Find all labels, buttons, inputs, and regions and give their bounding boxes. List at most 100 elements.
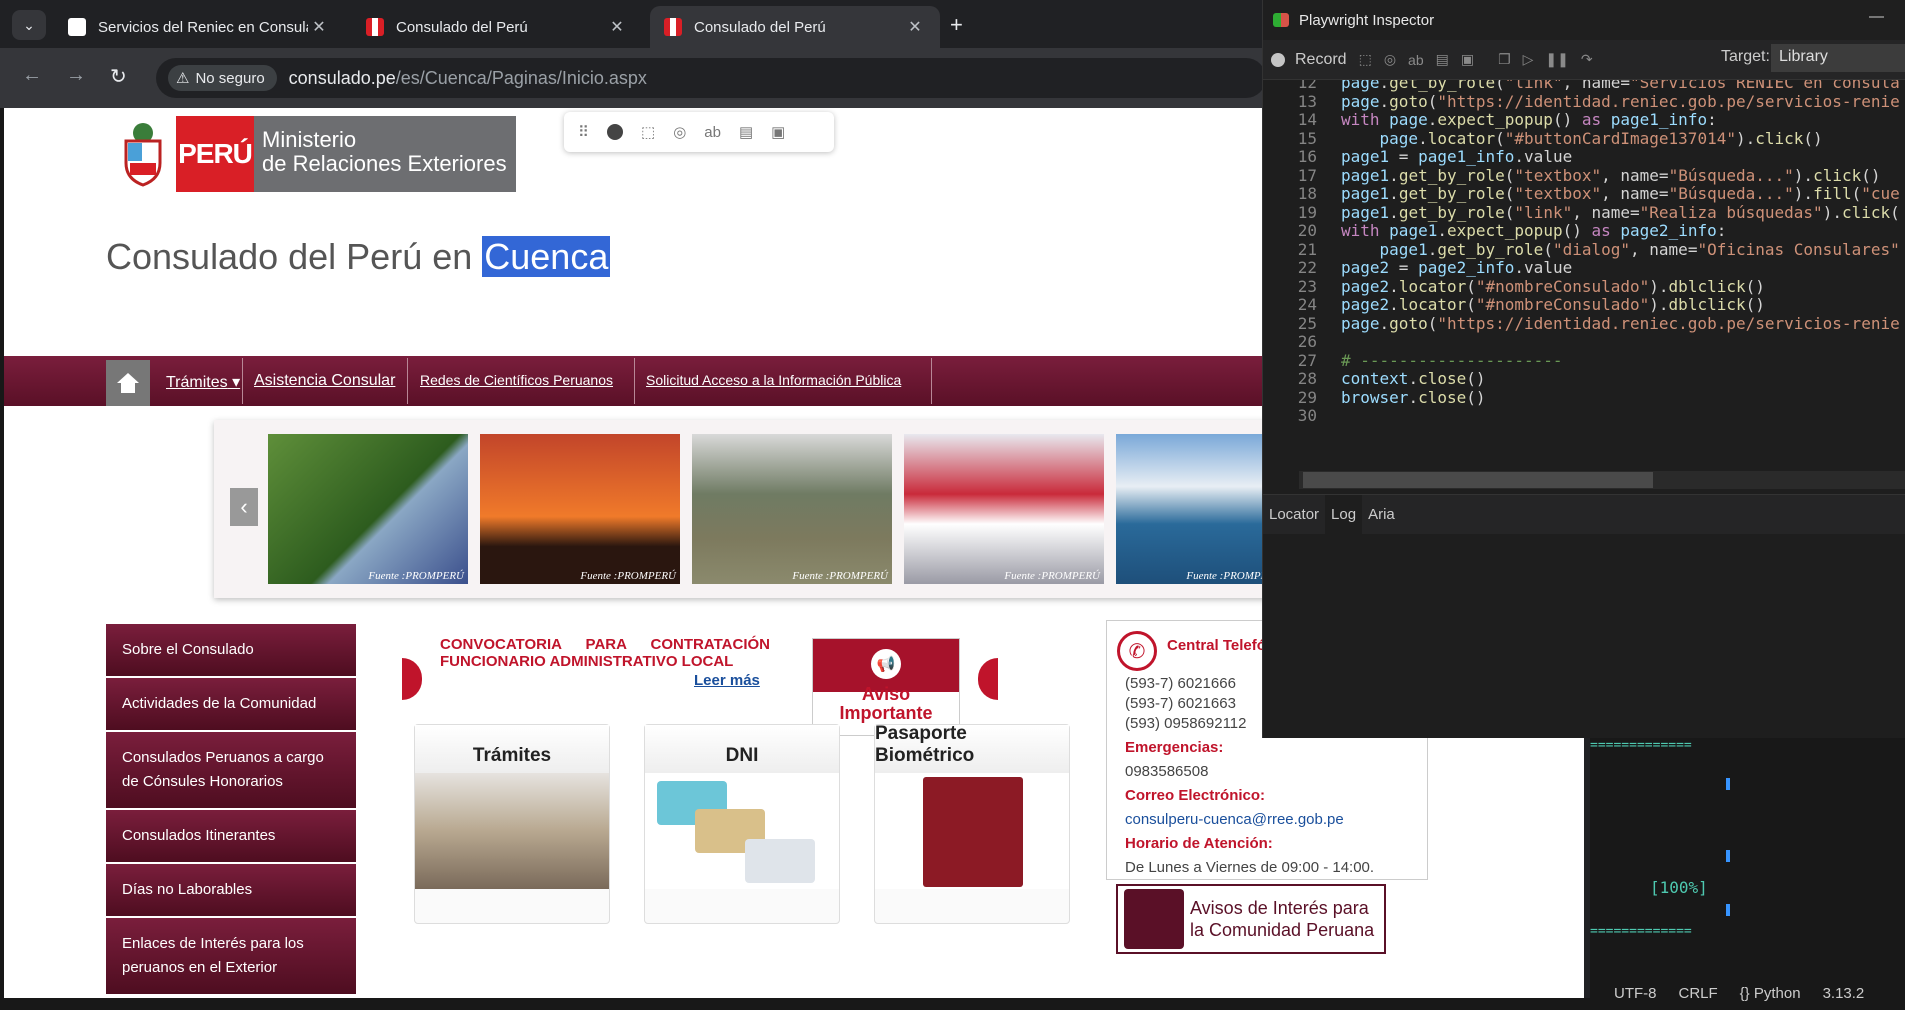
close-tab-icon[interactable]: ✕ bbox=[308, 17, 330, 37]
step-over-icon[interactable]: ↷ bbox=[1581, 51, 1593, 68]
nav-divider bbox=[634, 358, 635, 404]
side-menu-item[interactable]: Actividades de la Comunidad bbox=[106, 678, 356, 732]
avisos-comunidad-banner[interactable]: Avisos de Interés para la Comunidad Perua… bbox=[1116, 884, 1386, 954]
assert-visibility-icon[interactable]: ◎ bbox=[1384, 51, 1396, 68]
photo-caption: Fuente :PROMPERÚ bbox=[368, 570, 464, 582]
aviso-line2: Importante bbox=[839, 703, 933, 723]
nav-redes[interactable]: Redes de Científicos Peruanos bbox=[420, 372, 613, 388]
nav-tramites[interactable]: Trámites ▾ bbox=[166, 372, 240, 392]
nav-divider bbox=[407, 358, 408, 404]
assert-value-icon[interactable]: ▤ bbox=[1436, 51, 1449, 68]
tab-locator[interactable]: Locator bbox=[1263, 495, 1325, 535]
playwright-inspector-window: Playwright Inspector — Record ⬚ ◎ ab ▤ ▣… bbox=[1262, 0, 1905, 738]
home-icon[interactable] bbox=[106, 360, 150, 406]
record-button[interactable]: Record bbox=[1295, 51, 1347, 69]
assert-text-icon[interactable]: ab bbox=[1408, 52, 1424, 68]
tab-aria[interactable]: Aria bbox=[1362, 495, 1401, 535]
scrollbar-thumb[interactable] bbox=[1303, 472, 1653, 488]
target-label: Target: bbox=[1721, 48, 1770, 65]
hours-text: De Lunes a Viernes de 09:00 - 14:00. bbox=[1125, 859, 1375, 876]
pick-locator-icon[interactable]: ⬚ bbox=[641, 123, 655, 141]
tab-consulado-active[interactable]: Consulado del Perú ✕ bbox=[650, 6, 940, 48]
nav-solicitud[interactable]: Solicitud Acceso a la Información Públic… bbox=[646, 372, 901, 388]
status-eol[interactable]: CRLF bbox=[1679, 985, 1718, 1002]
inspector-title: Playwright Inspector bbox=[1299, 11, 1435, 29]
status-python-version[interactable]: 3.13.2 bbox=[1823, 985, 1865, 1002]
carousel-prev-icon[interactable]: ‹ bbox=[230, 488, 258, 526]
close-tab-icon[interactable]: ✕ bbox=[904, 17, 926, 37]
assert-snapshot-icon[interactable]: ▣ bbox=[771, 123, 785, 141]
minimize-icon[interactable]: — bbox=[1869, 8, 1884, 25]
close-tab-icon[interactable]: ✕ bbox=[606, 17, 628, 37]
inspector-toolbar: Record ⬚ ◎ ab ▤ ▣ ❐ ▷ ❚❚ ↷ Target: Libra… bbox=[1263, 40, 1905, 80]
reniec-favicon-icon bbox=[68, 18, 86, 36]
side-menu-item[interactable]: Sobre el Consulado bbox=[106, 624, 356, 678]
line-number: 30 bbox=[1297, 406, 1317, 425]
logo-brand: PERÚ bbox=[176, 116, 254, 192]
record-icon[interactable] bbox=[1271, 52, 1285, 67]
reload-icon[interactable]: ↻ bbox=[110, 64, 127, 89]
email-label: Correo Electrónico: bbox=[1125, 787, 1266, 804]
side-menu: Sobre el Consulado Actividades de la Com… bbox=[106, 624, 356, 996]
assert-visibility-icon[interactable]: ◎ bbox=[673, 123, 686, 141]
avisos-line1: Avisos de Interés para bbox=[1190, 898, 1369, 918]
emergency-label: Emergencias: bbox=[1125, 739, 1224, 756]
email-link[interactable]: consulperu-cuenca@rree.gob.pe bbox=[1125, 811, 1344, 828]
card-pasaporte[interactable]: Pasaporte Biométrico bbox=[874, 723, 1070, 924]
tab-consulado-1[interactable]: Consulado del Perú ✕ bbox=[352, 6, 642, 48]
assert-value-icon[interactable]: ▤ bbox=[739, 123, 753, 141]
card-image bbox=[415, 773, 609, 889]
card-tramites[interactable]: Trámites bbox=[414, 724, 610, 924]
side-menu-item[interactable]: Consulados Itinerantes bbox=[106, 810, 356, 864]
status-language[interactable]: {} Python bbox=[1740, 985, 1801, 1002]
emergency-number: 0983586508 bbox=[1125, 763, 1209, 780]
assert-text-icon[interactable]: ab bbox=[704, 124, 721, 141]
resume-icon[interactable]: ▷ bbox=[1523, 51, 1534, 68]
side-menu-item[interactable]: Consulados Peruanos a cargo de Cónsules … bbox=[106, 732, 356, 810]
tab-title: Consulado del Perú bbox=[694, 18, 826, 36]
nav-asistencia[interactable]: Asistencia Consular bbox=[254, 372, 395, 390]
url-host: consulado.pe bbox=[288, 67, 396, 88]
contact-phone: (593) 0958692112 bbox=[1125, 715, 1247, 732]
pause-icon[interactable]: ❚❚ bbox=[1545, 51, 1568, 68]
back-icon[interactable]: ← bbox=[22, 64, 42, 87]
url-text: consulado.pe/es/Cuenca/Paginas/Inicio.as… bbox=[289, 68, 647, 89]
peru-flag-icon bbox=[366, 18, 384, 36]
hours-label: Horario de Atención: bbox=[1125, 835, 1273, 852]
tab-title: Servicios del Reniec en Consulad bbox=[98, 18, 308, 36]
tab-log[interactable]: Log bbox=[1325, 494, 1363, 535]
security-chip[interactable]: ⚠ No seguro bbox=[168, 65, 277, 91]
drag-handle-icon[interactable]: ⠿ bbox=[578, 123, 589, 141]
tab-search-button[interactable]: ⌄ bbox=[12, 10, 46, 40]
assert-snapshot-icon[interactable]: ▣ bbox=[1461, 51, 1474, 68]
side-menu-item[interactable]: Días no Laborables bbox=[106, 864, 356, 918]
tab-reniec[interactable]: Servicios del Reniec en Consulad ✕ bbox=[54, 6, 344, 48]
status-encoding[interactable]: UTF-8 bbox=[1614, 985, 1657, 1002]
card-image bbox=[875, 773, 1069, 889]
photo-caption: Fuente :PROMPERÚ bbox=[792, 570, 888, 582]
side-menu-item[interactable]: Enlaces de Interés para los peruanos en … bbox=[106, 918, 356, 996]
aviso-line1: Aviso bbox=[861, 684, 911, 704]
news-prev-icon[interactable] bbox=[402, 658, 422, 700]
aviso-importante-banner[interactable]: 📢 Aviso Importante bbox=[812, 638, 960, 736]
aviso-text: Aviso Importante bbox=[813, 685, 959, 723]
read-more-link[interactable]: Leer más bbox=[694, 672, 760, 689]
photo-caption: Fuente :PROMPERÚ bbox=[580, 570, 676, 582]
photo-caption: Fuente :PROMPERÚ bbox=[1004, 570, 1100, 582]
code-editor[interactable]: 12 page.get_by_role("link", name="Servici… bbox=[1263, 80, 1905, 490]
contact-phone: (593-7) 6021663 bbox=[1125, 695, 1236, 712]
target-select[interactable]: Library bbox=[1771, 44, 1905, 72]
photo-train: Fuente :PROMPERÚ bbox=[268, 434, 468, 584]
code-line: 30 bbox=[1263, 405, 1905, 427]
coat-of-arms-icon bbox=[110, 116, 176, 192]
ministry-logo[interactable]: PERÚ Ministerio de Relaciones Exteriores bbox=[110, 116, 516, 192]
copy-icon[interactable]: ❐ bbox=[1498, 51, 1511, 68]
pick-locator-icon[interactable]: ⬚ bbox=[1359, 51, 1372, 68]
card-dni[interactable]: DNI bbox=[644, 724, 840, 924]
progress-text: [100%] bbox=[1650, 878, 1708, 897]
forward-icon[interactable]: → bbox=[66, 64, 86, 87]
new-tab-icon[interactable]: + bbox=[950, 12, 963, 38]
record-icon[interactable] bbox=[607, 124, 623, 140]
news-next-icon[interactable] bbox=[978, 658, 998, 700]
address-bar[interactable]: ⚠ No seguro consulado.pe/es/Cuenca/Pagina… bbox=[156, 58, 1266, 98]
